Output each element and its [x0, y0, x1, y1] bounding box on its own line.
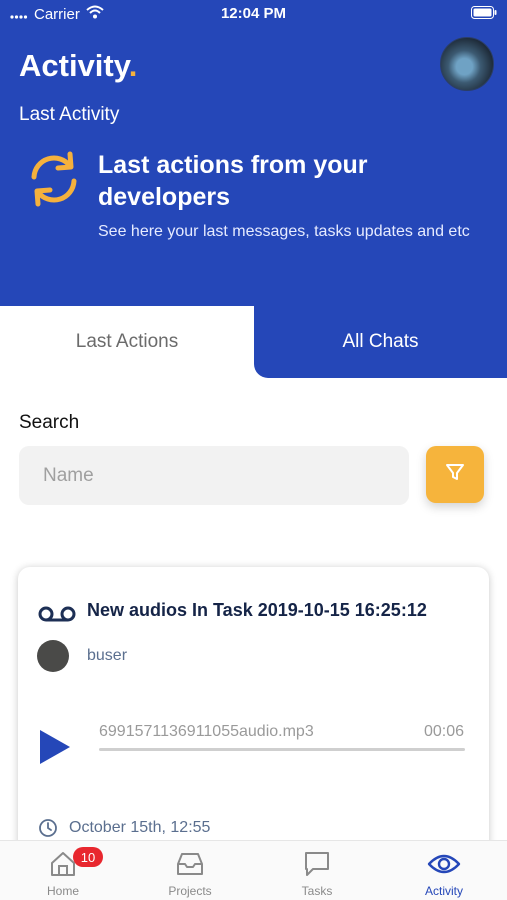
tab-last-actions[interactable]: Last Actions [0, 306, 254, 378]
activity-card[interactable]: New audios In Task 2019-10-15 16:25:12 b… [18, 567, 489, 887]
user-avatar [37, 640, 69, 672]
tab-tasks[interactable]: Tasks [254, 841, 380, 900]
tab-projects[interactable]: Projects [127, 841, 253, 900]
battery-icon [471, 6, 497, 23]
tab-projects-label: Projects [168, 884, 212, 898]
sync-icon [22, 150, 86, 208]
promo-title: Last actions from your developers [98, 151, 368, 211]
page-title: Activity. [19, 48, 138, 83]
promo-subtitle: See here your last messages, tasks updat… [98, 223, 470, 240]
search-input[interactable] [19, 446, 409, 505]
header: Activity. Last Activity Last actions fro… [0, 0, 507, 306]
title-dot: . [128, 48, 138, 83]
audio-duration: 00:06 [423, 723, 464, 740]
tab-activity[interactable]: Activity [381, 841, 507, 900]
audio-file-name: 6991571136911055audio.mp3 [99, 723, 314, 740]
user-name: buser [87, 647, 128, 664]
tab-activity-label: Activity [424, 884, 463, 898]
voicemail-icon [38, 605, 76, 628]
card-date: October 15th, 12:55 [69, 819, 211, 836]
section-label: Last Activity [19, 104, 120, 125]
chat-icon [303, 850, 331, 883]
status-time: 12:04 PM [220, 5, 287, 22]
inbox-icon [175, 850, 205, 883]
filter-button[interactable] [426, 446, 484, 503]
card-title: New audios In Task 2019-10-15 16:25:12 [87, 600, 427, 620]
profile-avatar[interactable] [440, 37, 494, 91]
filter-icon [444, 461, 466, 488]
search-label: Search [19, 412, 80, 433]
status-bar: Carrier 12:04 PM [0, 0, 507, 28]
play-button[interactable] [38, 728, 72, 771]
home-badge: 10 [73, 847, 103, 867]
tab-home[interactable]: 10 Home [0, 841, 126, 900]
activity-tabs: Last Actions All Chats [0, 306, 507, 378]
tab-tasks-label: Tasks [301, 884, 333, 898]
eye-icon [427, 850, 461, 883]
bottom-tab-bar: 10 Home Projects Tasks Activity [0, 840, 507, 900]
play-icon [38, 730, 72, 770]
audio-progress-bar[interactable] [99, 748, 465, 751]
tab-home-label: Home [46, 884, 79, 898]
tab-all-chats[interactable]: All Chats [254, 306, 507, 378]
